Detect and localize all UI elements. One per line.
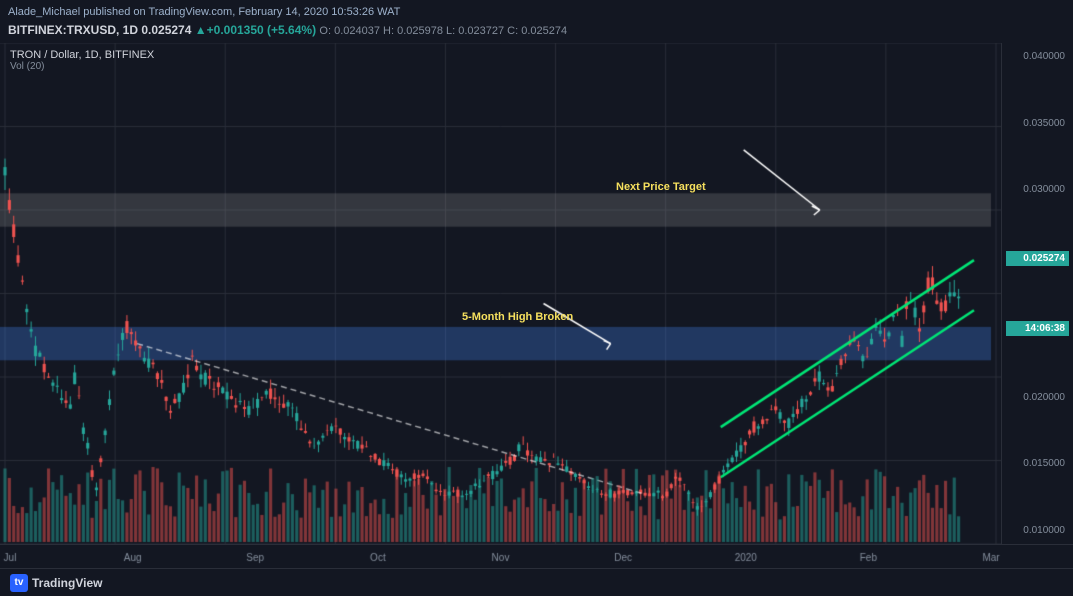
footer-logo-text: TradingView bbox=[32, 576, 102, 590]
header: Alade_Michael published on TradingView.c… bbox=[0, 0, 1073, 43]
tradingview-logo: tv TradingView bbox=[10, 574, 102, 592]
chart-container: TRON / Dollar, 1D, BITFINEX Vol (20) Nex… bbox=[0, 43, 1073, 544]
price-label-0015: 0.015000 bbox=[1006, 458, 1069, 469]
price-label-time: 14:06:38 bbox=[1006, 321, 1069, 336]
ticker-line: BITFINEX:TRXUSD, 1D 0.025274 ▲+0.001350 … bbox=[8, 21, 1065, 40]
app: Alade_Michael published on TradingView.c… bbox=[0, 0, 1073, 596]
tv-icon: tv bbox=[10, 574, 28, 592]
time-axis-canvas bbox=[0, 545, 1001, 569]
price-label-0010: 0.010000 bbox=[1006, 525, 1069, 536]
price-label-0040: 0.040000 bbox=[1006, 51, 1069, 62]
price-axis: 0.040000 0.035000 0.030000 0.025274 14:0… bbox=[1001, 43, 1073, 544]
author-line: Alade_Michael published on TradingView.c… bbox=[8, 4, 1065, 21]
price-change: ▲+0.001350 (+5.64%) bbox=[195, 23, 316, 37]
chart-canvas bbox=[0, 43, 1001, 544]
current-price-badge: 0.025274 bbox=[1006, 251, 1069, 266]
footer: tv TradingView bbox=[0, 568, 1073, 596]
price-label-0035: 0.035000 bbox=[1006, 118, 1069, 129]
ohlc-values: O: 0.024037 H: 0.025978 L: 0.023727 C: 0… bbox=[319, 25, 567, 37]
price-label-0030: 0.030000 bbox=[1006, 184, 1069, 195]
price-label-0020: 0.020000 bbox=[1006, 392, 1069, 403]
ticker-symbol: BITFINEX:TRXUSD, 1D 0.025274 bbox=[8, 23, 191, 37]
time-axis bbox=[0, 544, 1073, 568]
chart-area[interactable]: TRON / Dollar, 1D, BITFINEX Vol (20) Nex… bbox=[0, 43, 1001, 544]
